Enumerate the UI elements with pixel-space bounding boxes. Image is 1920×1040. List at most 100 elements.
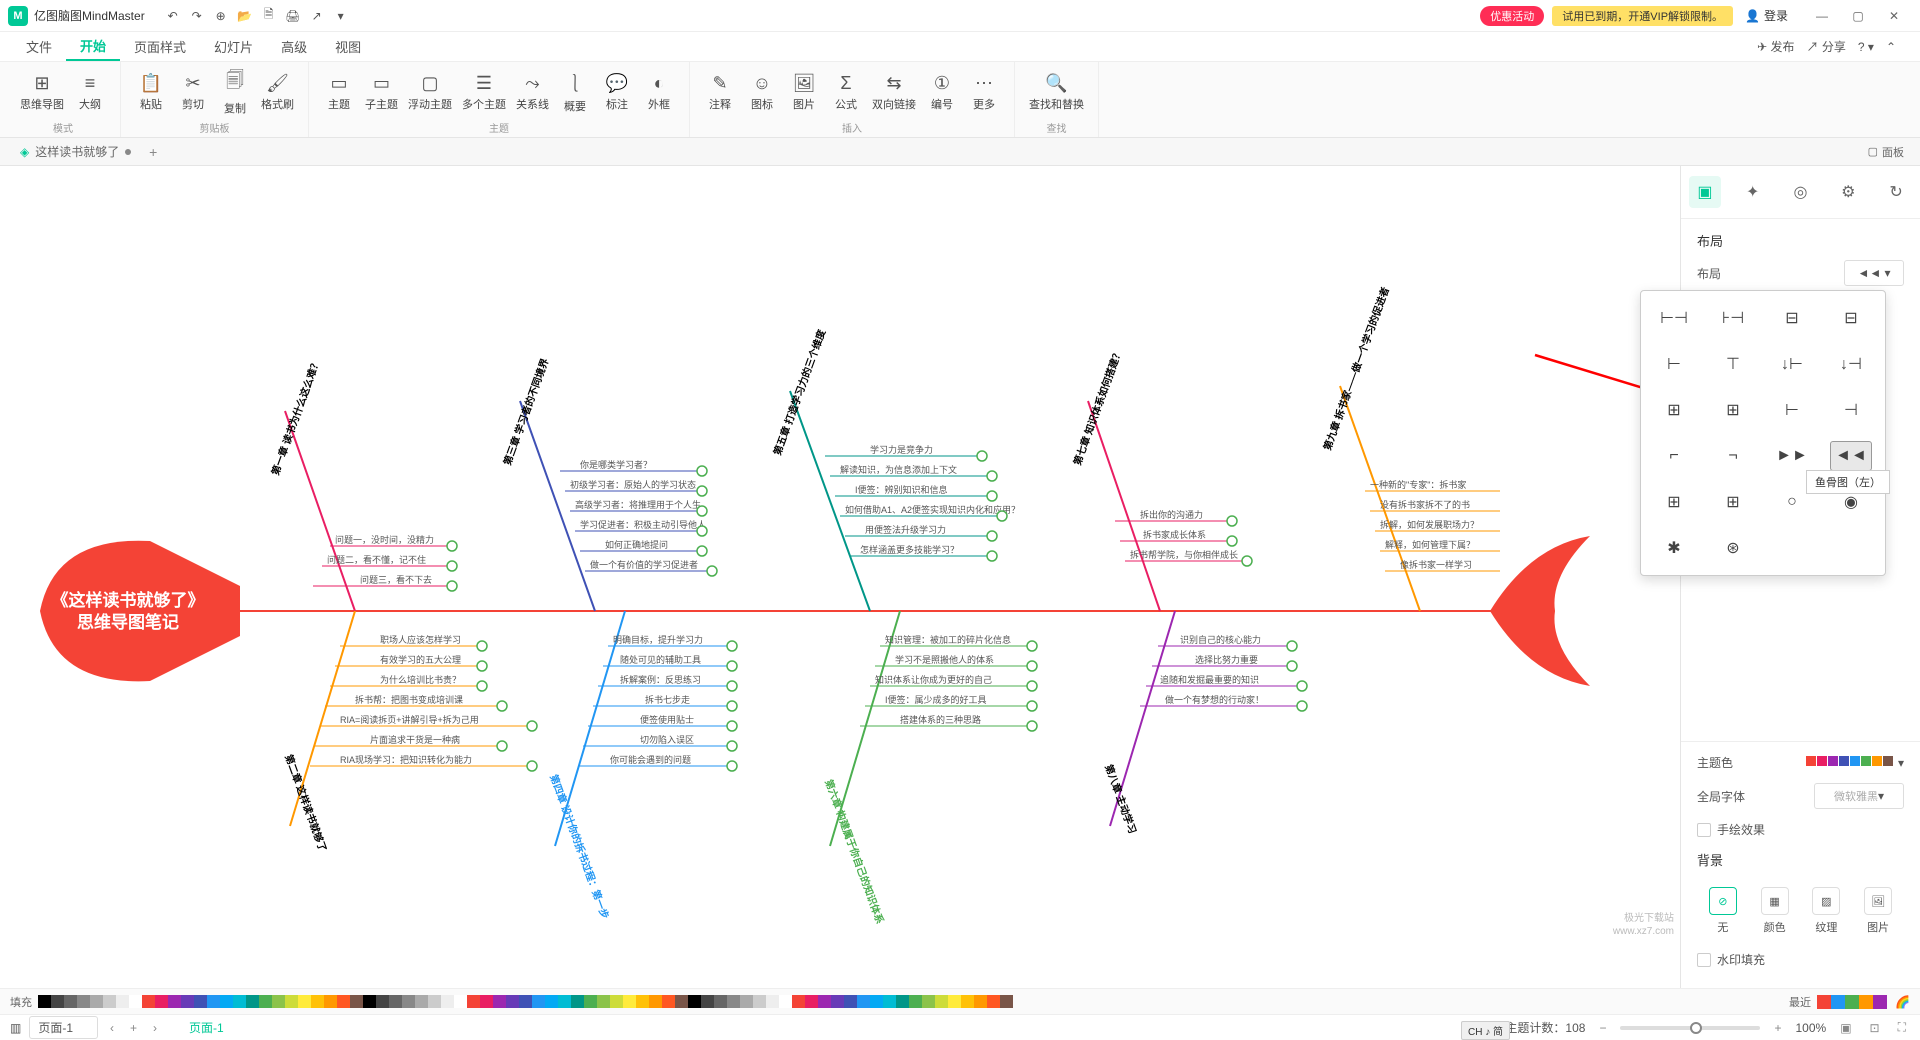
layout-dropdown[interactable]: ◄◄ ▾	[1844, 260, 1904, 286]
redo-btn[interactable]: ↷	[186, 5, 208, 27]
layout-opt-4[interactable]: ⊟	[1830, 303, 1872, 333]
watermark-checkbox[interactable]: 水印填充	[1697, 951, 1904, 968]
topic-btn[interactable]: ▭主题	[319, 66, 359, 118]
panel-tab-style[interactable]: ✦	[1737, 176, 1769, 208]
page-prev[interactable]: ‹	[106, 1021, 118, 1035]
layout-opt-22[interactable]: ⊛	[1712, 533, 1754, 563]
qat-more[interactable]: ▾	[330, 5, 352, 27]
layout-opt-13[interactable]: ⌐	[1653, 441, 1695, 471]
layout-opt-6[interactable]: ⊤	[1712, 349, 1754, 379]
formatpainter-btn[interactable]: 🖌格式刷	[257, 66, 298, 118]
iconbtn[interactable]: ☺图标	[742, 66, 782, 118]
page-dropdown[interactable]: 页面-1	[29, 1016, 98, 1039]
numbering-btn[interactable]: ①编号	[922, 66, 962, 118]
layout-opt-5[interactable]: ⊢	[1653, 349, 1695, 379]
canvas[interactable]: 《这样读书就够了》 思维导图笔记 第一章 读书为什么这么难？ 问题一，没时间，没…	[0, 166, 1680, 988]
layout-opt-fishright[interactable]: ►►	[1771, 441, 1813, 471]
layout-opt-14[interactable]: ¬	[1712, 441, 1754, 471]
publish-btn[interactable]: ✈ 发布	[1757, 38, 1794, 55]
layout-opt-2[interactable]: ⊦⊣	[1712, 303, 1754, 333]
bg-color[interactable]: ▦颜色	[1761, 887, 1789, 935]
layout-opt-10[interactable]: ⊞	[1712, 395, 1754, 425]
layout-opt-1[interactable]: ⊢⊣	[1653, 303, 1695, 333]
close-btn[interactable]: ✕	[1876, 2, 1912, 30]
panel-tab-history[interactable]: ↻	[1880, 176, 1912, 208]
multitopic-btn[interactable]: ☰多个主题	[458, 66, 510, 118]
login-button[interactable]: 👤登录	[1745, 7, 1788, 24]
panel-tab-settings[interactable]: ⚙	[1832, 176, 1864, 208]
mindmap-mode-btn[interactable]: ⊞思维导图	[16, 66, 68, 118]
tab-advanced[interactable]: 高级	[267, 33, 321, 60]
pages-icon[interactable]: ▥	[10, 1021, 21, 1035]
colorwheel-icon[interactable]: 🌈	[1895, 995, 1910, 1009]
fit-page[interactable]: ▣	[1836, 1021, 1855, 1035]
bg-image[interactable]: 🖼图片	[1864, 887, 1892, 935]
page-tab[interactable]: 页面-1	[189, 1019, 224, 1036]
open-btn[interactable]: 📂	[234, 5, 256, 27]
export-btn[interactable]: ↗	[306, 5, 328, 27]
share-btn[interactable]: ↗ 分享	[1807, 38, 1846, 55]
paste-btn[interactable]: 📋粘贴	[131, 66, 171, 118]
zoom-out[interactable]: −	[1595, 1021, 1610, 1035]
layout-opt-fishleft[interactable]: ◄◄	[1830, 441, 1872, 471]
undo-btn[interactable]: ↶	[162, 5, 184, 27]
handdrawn-checkbox[interactable]: 手绘效果	[1697, 821, 1904, 838]
boundary-btn[interactable]: ◐外框	[639, 66, 679, 118]
layout-opt-7[interactable]: ↓⊢	[1771, 349, 1813, 379]
globalfont-dropdown[interactable]: 微软雅黑 ▾	[1814, 783, 1904, 809]
panel-tab-layout[interactable]: ▣	[1689, 176, 1721, 208]
tab-pagestyle[interactable]: 页面样式	[120, 33, 200, 60]
layout-opt-8[interactable]: ↓⊣	[1830, 349, 1872, 379]
subtopic-btn[interactable]: ▭子主题	[361, 66, 402, 118]
maximize-btn[interactable]: ▢	[1840, 2, 1876, 30]
layout-opt-21[interactable]: ✱	[1653, 533, 1695, 563]
new-btn[interactable]: ⊕	[210, 5, 232, 27]
trial-badge[interactable]: 试用已到期，开通VIP解锁限制。	[1552, 6, 1733, 26]
bilink-btn[interactable]: ⇆双向链接	[868, 66, 920, 118]
fit-width[interactable]: ⊡	[1866, 1021, 1884, 1035]
outline-mode-btn[interactable]: ≡大纲	[70, 66, 110, 118]
tab-home[interactable]: 开始	[66, 32, 120, 61]
note-btn[interactable]: ✎注释	[700, 66, 740, 118]
tab-view[interactable]: 视图	[321, 33, 375, 60]
formula-btn[interactable]: Σ公式	[826, 66, 866, 118]
callout-btn[interactable]: 💬标注	[597, 66, 637, 118]
panel-toggle[interactable]: ▢面板	[1868, 144, 1912, 160]
cut-btn[interactable]: ✂剪切	[173, 66, 213, 118]
floattopic-btn[interactable]: ▢浮动主题	[404, 66, 456, 118]
layout-opt-17[interactable]: ⊞	[1653, 487, 1695, 517]
collapse-ribbon[interactable]: ⌃	[1886, 40, 1896, 54]
copy-btn[interactable]: 🗐复制	[215, 66, 255, 118]
page-add[interactable]: +	[126, 1021, 141, 1035]
more-btn[interactable]: ⋯更多	[964, 66, 1004, 118]
print-btn[interactable]: 🖨	[282, 5, 304, 27]
save-btn[interactable]: 🗎	[258, 5, 280, 27]
layout-opt-12[interactable]: ⊣	[1830, 395, 1872, 425]
page-next[interactable]: ›	[149, 1021, 161, 1035]
bg-texture[interactable]: ▨纹理	[1812, 887, 1840, 935]
panel-tab-marker[interactable]: ◎	[1784, 176, 1816, 208]
summary-btn[interactable]: ⎱概要	[555, 66, 595, 118]
fill-palette[interactable]	[38, 995, 1013, 1008]
relation-btn[interactable]: ⤳关系线	[512, 66, 553, 118]
layout-opt-18[interactable]: ⊞	[1712, 487, 1754, 517]
tab-slide[interactable]: 幻灯片	[200, 33, 267, 60]
layout-opt-11[interactable]: ⊢	[1771, 395, 1813, 425]
fullscreen[interactable]: ⛶	[1894, 1020, 1910, 1035]
image-btn[interactable]: 🖼图片	[784, 66, 824, 118]
help-btn[interactable]: ? ▾	[1858, 40, 1874, 54]
tab-file[interactable]: 文件	[12, 33, 66, 60]
findreplace-btn[interactable]: 🔍查找和替换	[1025, 66, 1088, 118]
zoom-in[interactable]: +	[1770, 1021, 1785, 1035]
add-page-btn[interactable]: +	[143, 142, 163, 162]
layout-opt-3[interactable]: ⊟	[1771, 303, 1813, 333]
promo-badge[interactable]: 优惠活动	[1480, 6, 1544, 26]
minimize-btn[interactable]: —	[1804, 2, 1840, 30]
bg-none[interactable]: ⊘无	[1709, 887, 1737, 935]
layout-opt-9[interactable]: ⊞	[1653, 395, 1695, 425]
themecolor-swatches[interactable]: ▾	[1806, 756, 1904, 770]
zoom-slider[interactable]	[1620, 1026, 1760, 1030]
zoom-value[interactable]: 100%	[1795, 1021, 1826, 1035]
recent-palette[interactable]	[1817, 995, 1887, 1009]
doc-tab[interactable]: ◈ 这样读书就够了	[8, 140, 143, 163]
